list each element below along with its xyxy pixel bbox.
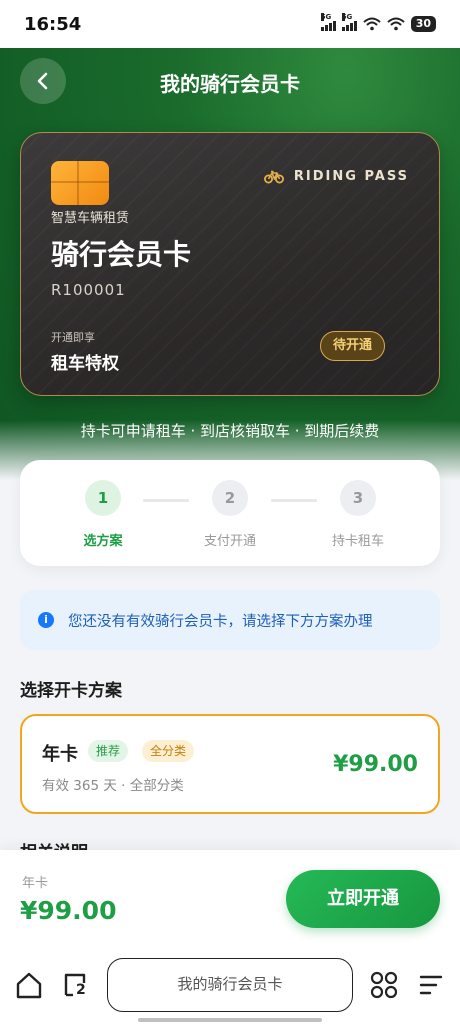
usage-flow-text: 持卡可申请租车 · 到店核销取车 · 到期后续费: [80, 422, 380, 440]
step-number: 3: [340, 480, 376, 516]
step-connector: [271, 499, 317, 502]
plan-option-annual[interactable]: 年卡 推荐 全分类 有效 365 天 · 全部分类 ¥99.00: [20, 714, 440, 814]
step-label: 持卡租车: [331, 534, 384, 549]
status-icons: 5G 5G 30: [320, 13, 436, 32]
page-title: 我的骑行会员卡: [160, 72, 300, 96]
plan-description: 有效 365 天 · 全部分类: [42, 778, 184, 794]
tab-count: 2: [76, 982, 86, 998]
step-number: 2: [212, 480, 248, 516]
network-type-label-2: 5G: [341, 13, 353, 21]
cellular-signal-icon-2: 5G: [341, 13, 357, 31]
step-number: 1: [85, 480, 121, 516]
riding-pass-label: RIDING PASS: [293, 169, 409, 184]
card-brand: 智慧车辆租赁: [51, 211, 130, 226]
browser-toolbar: 2 我的骑行会员卡: [0, 942, 460, 1024]
step-connector: [143, 499, 189, 502]
plans-section-title: 选择开卡方案: [20, 681, 122, 701]
step-label: 支付开通: [203, 534, 256, 549]
card-number: R100001: [51, 281, 126, 299]
home-indicator[interactable]: [138, 1018, 322, 1022]
address-bar[interactable]: 我的骑行会员卡: [107, 958, 353, 1012]
selected-plan-label: 年卡: [22, 876, 49, 891]
status-time: 16:54: [24, 13, 82, 35]
steps-progress: 1 选方案 2 支付开通 3 持卡租车: [20, 460, 440, 566]
checkout-bar: 年卡 ¥99.00 立即开通: [0, 850, 460, 942]
network-type-label: 5G: [320, 13, 332, 21]
plan-name: 年卡: [42, 744, 78, 765]
privilege-label: 租车特权: [51, 354, 119, 374]
privilege-caption: 开通即享: [51, 331, 95, 344]
step-1: 1 选方案: [58, 480, 148, 549]
card-title: 骑行会员卡: [51, 238, 192, 271]
notice-banner: i 您还没有有效骑行会员卡，请选择下方方案办理: [20, 590, 440, 650]
info-icon: i: [38, 612, 54, 628]
card-status-badge: 待开通: [319, 331, 385, 361]
total-price: ¥99.00: [20, 896, 117, 925]
step-3: 3 持卡租车: [313, 480, 403, 549]
bicycle-icon: [263, 170, 284, 183]
category-tag: 全分类: [142, 740, 195, 762]
menu-icon[interactable]: [416, 970, 446, 1000]
step-2: 2 支付开通: [185, 480, 275, 549]
step-label: 选方案: [83, 534, 123, 549]
open-now-button[interactable]: 立即开通: [286, 870, 440, 928]
home-icon[interactable]: [14, 970, 44, 1000]
plan-price: ¥99.00: [333, 752, 418, 777]
battery-icon: 30: [410, 16, 436, 32]
recommend-tag: 推荐: [88, 740, 129, 762]
member-card: RIDING PASS 智慧车辆租赁 骑行会员卡 R100001 开通即享 租车…: [20, 132, 440, 396]
apps-grid-icon[interactable]: [369, 970, 399, 1000]
notice-text: 您还没有有效骑行会员卡，请选择下方方案办理: [68, 613, 373, 630]
cellular-signal-icon: 5G: [320, 13, 336, 31]
card-chip-icon: [51, 161, 109, 205]
tabs-button[interactable]: 2: [60, 970, 90, 1000]
riding-pass-badge: RIDING PASS: [263, 169, 409, 184]
status-bar: 16:54 5G 5G 30: [0, 0, 460, 48]
wifi-icon: [363, 17, 381, 31]
wifi-icon-2: [387, 17, 405, 31]
